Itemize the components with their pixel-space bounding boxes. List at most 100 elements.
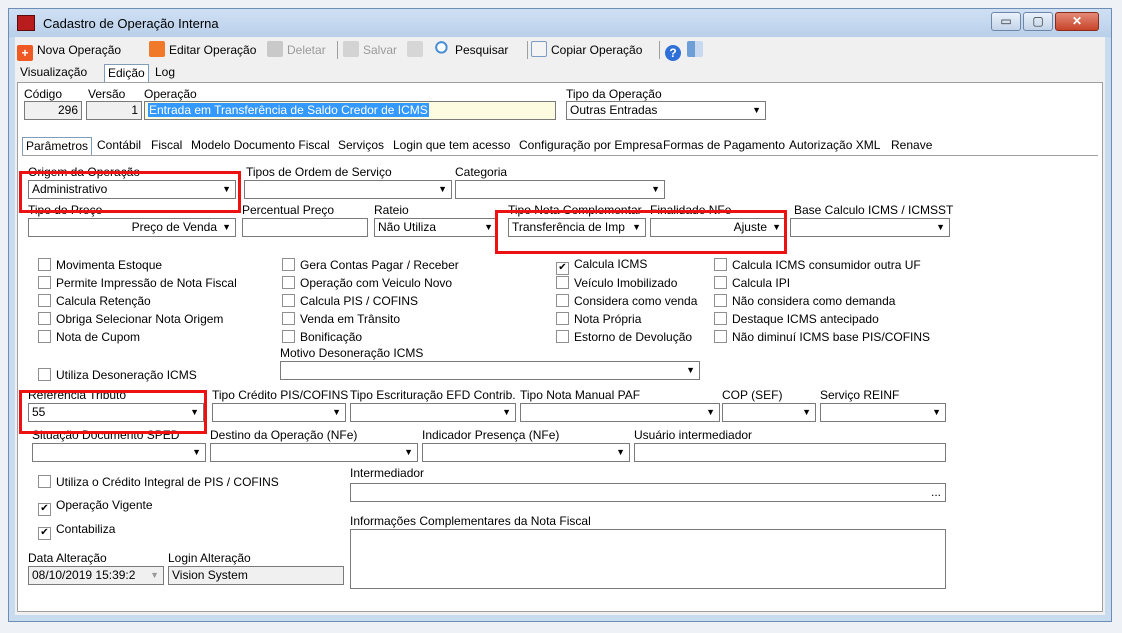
veiculo-imobilizado-checkbox[interactable]: Veículo Imobilizado: [556, 276, 677, 290]
exit-button[interactable]: [687, 41, 707, 59]
destaque-icms-checkbox[interactable]: Destaque ICMS antecipado: [714, 312, 879, 326]
tab-visualizacao[interactable]: Visualização: [17, 64, 90, 82]
intermediador-field[interactable]: ...: [350, 483, 946, 502]
tipo-credito-select[interactable]: ▼: [212, 403, 346, 422]
info-textarea[interactable]: [350, 529, 946, 589]
venda-transito-checkbox[interactable]: Venda em Trânsito: [282, 312, 400, 326]
cop-select[interactable]: ▼: [722, 403, 816, 422]
deletar-button[interactable]: Deletar: [267, 41, 326, 59]
copiar-label: Copiar Operação: [551, 43, 643, 57]
obriga-nota-origem-checkbox[interactable]: Obriga Selecionar Nota Origem: [38, 312, 223, 326]
chevron-down-icon: ▼: [651, 184, 660, 194]
nota-propria-checkbox[interactable]: Nota Própria: [556, 312, 641, 326]
tab-parametros[interactable]: Parâmetros: [22, 137, 93, 155]
permite-impressao-checkbox[interactable]: Permite Impressão de Nota Fiscal: [38, 276, 237, 290]
gera-contas-checkbox[interactable]: Gera Contas Pagar / Receber: [282, 258, 459, 272]
close-button[interactable]: ✕: [1055, 12, 1099, 31]
pesquisar-button[interactable]: Pesquisar: [435, 41, 508, 59]
cancel-button[interactable]: [407, 41, 427, 59]
checkbox-box: [38, 276, 51, 289]
nova-operacao-button[interactable]: + Nova Operação: [17, 41, 121, 61]
login-alt-field[interactable]: Vision System: [168, 566, 344, 585]
checkbox-label: Gera Contas Pagar / Receber: [300, 258, 459, 272]
checkbox-label: Nota Própria: [574, 312, 642, 326]
calcula-ipi-checkbox[interactable]: Calcula IPI: [714, 276, 790, 290]
tab-fiscal[interactable]: Fiscal: [148, 137, 185, 155]
percentual-field[interactable]: [242, 218, 368, 237]
checkbox-box: [38, 258, 51, 271]
servico-reinf-select[interactable]: ▼: [820, 403, 946, 422]
operacao-vigente-checkbox[interactable]: ✔ Operação Vigente: [38, 499, 153, 516]
destino-select[interactable]: ▼: [210, 443, 418, 462]
rateio-select[interactable]: Não Utiliza ▼: [374, 218, 498, 237]
calcula-icms-checkbox[interactable]: ✔ Calcula ICMS: [556, 258, 647, 275]
finalidade-value: Ajuste: [733, 220, 767, 234]
data-alt-field[interactable]: 08/10/2019 15:39:2 ▼: [28, 566, 164, 585]
movimenta-estoque-checkbox[interactable]: Movimenta Estoque: [38, 258, 162, 272]
tipo-escrit-select[interactable]: ▼: [350, 403, 516, 422]
credito-integral-checkbox[interactable]: Utiliza o Crédito Integral de PIS / COFI…: [38, 475, 279, 489]
exit-icon: [687, 41, 703, 57]
chevron-down-icon: ▼: [150, 570, 159, 580]
usuario-label: Usuário intermediador: [634, 428, 753, 442]
checkbox-label: Calcula ICMS: [574, 257, 648, 271]
tab-login-acesso[interactable]: Login que tem acesso: [390, 137, 513, 155]
tab-modelo-documento[interactable]: Modelo Documento Fiscal: [188, 137, 333, 155]
tab-edicao[interactable]: Edição: [104, 64, 149, 82]
veiculo-novo-checkbox[interactable]: Operação com Veiculo Novo: [282, 276, 452, 290]
bonificacao-checkbox[interactable]: Bonificação: [282, 330, 362, 344]
utiliza-desoneracao-checkbox[interactable]: Utiliza Desoneração ICMS: [38, 368, 197, 382]
tipo-nota-select[interactable]: Transferência de Imp ▼: [508, 218, 646, 237]
calcula-pis-cofins-checkbox[interactable]: Calcula PIS / COFINS: [282, 294, 418, 308]
help-button[interactable]: ?: [665, 41, 685, 61]
nota-cupom-checkbox[interactable]: Nota de Cupom: [38, 330, 140, 344]
search-icon: [435, 41, 451, 57]
tipo-operacao-select[interactable]: Outras Entradas ▼: [566, 101, 766, 120]
tipos-os-select[interactable]: ▼: [244, 180, 452, 199]
checkbox-label: Nota de Cupom: [56, 330, 141, 344]
contabiliza-checkbox[interactable]: ✔ Contabiliza: [38, 523, 115, 540]
finalidade-select[interactable]: Ajuste ▼: [650, 218, 786, 237]
base-calc-select[interactable]: ▼: [790, 218, 950, 237]
checkbox-box: [38, 368, 51, 381]
copiar-operacao-button[interactable]: Copiar Operação: [531, 41, 642, 59]
tab-log[interactable]: Log: [152, 64, 178, 82]
estorno-devolucao-checkbox[interactable]: Estorno de Devolução: [556, 330, 692, 344]
tab-autorizacao-xml[interactable]: Autorização XML: [786, 137, 883, 155]
checkbox-label: Obriga Selecionar Nota Origem: [56, 312, 224, 326]
tab-contabil[interactable]: Contábil: [94, 137, 144, 155]
minimize-button[interactable]: ▭: [991, 12, 1021, 31]
nao-diminui-icms-checkbox[interactable]: Não diminuí ICMS base PIS/COFINS: [714, 330, 930, 344]
icms-consumidor-uf-checkbox[interactable]: Calcula ICMS consumidor outra UF: [714, 258, 921, 272]
calcula-retencao-checkbox[interactable]: Calcula Retenção: [38, 294, 151, 308]
chevron-down-icon: ▼: [772, 222, 781, 232]
tab-formas-pagamento[interactable]: Formas de Pagamento: [660, 137, 788, 155]
categoria-select[interactable]: ▼: [455, 180, 665, 199]
operacao-field[interactable]: Entrada em Transferência de Saldo Credor…: [144, 101, 556, 120]
usuario-field[interactable]: [634, 443, 946, 462]
tab-configuracao-empresa[interactable]: Configuração por Empresa: [516, 137, 665, 155]
salvar-button[interactable]: Salvar: [343, 41, 397, 59]
tab-renave[interactable]: Renave: [888, 137, 935, 155]
motivo-select[interactable]: ▼: [280, 361, 700, 380]
versao-field[interactable]: 1: [86, 101, 142, 120]
intermediador-lookup-button[interactable]: ...: [931, 484, 941, 501]
ref-trib-select[interactable]: 55 ▼: [28, 403, 204, 422]
chevron-down-icon: ▼: [802, 407, 811, 417]
operacao-value: Entrada em Transferência de Saldo Credor…: [148, 103, 429, 117]
considera-venda-checkbox[interactable]: Considera como venda: [556, 294, 697, 308]
tipos-os-label: Tipos de Ordem de Serviço: [246, 165, 392, 179]
tab-servicos[interactable]: Serviços: [335, 137, 387, 155]
situacao-select[interactable]: ▼: [32, 443, 206, 462]
editar-operacao-button[interactable]: Editar Operação: [149, 41, 256, 59]
origem-select[interactable]: Administrativo ▼: [28, 180, 236, 199]
tipo-nota-manual-select[interactable]: ▼: [520, 403, 720, 422]
rateio-value: Não Utiliza: [378, 220, 437, 234]
nao-considera-demanda-checkbox[interactable]: Não considera como demanda: [714, 294, 895, 308]
checkbox-label: Venda em Trânsito: [300, 312, 401, 326]
indicador-select[interactable]: ▼: [422, 443, 630, 462]
maximize-button[interactable]: ▢: [1023, 12, 1053, 31]
tipo-preco-select[interactable]: Preço de Venda ▼: [28, 218, 236, 237]
codigo-field[interactable]: 296: [24, 101, 82, 120]
checkbox-label: Considera como venda: [574, 294, 698, 308]
